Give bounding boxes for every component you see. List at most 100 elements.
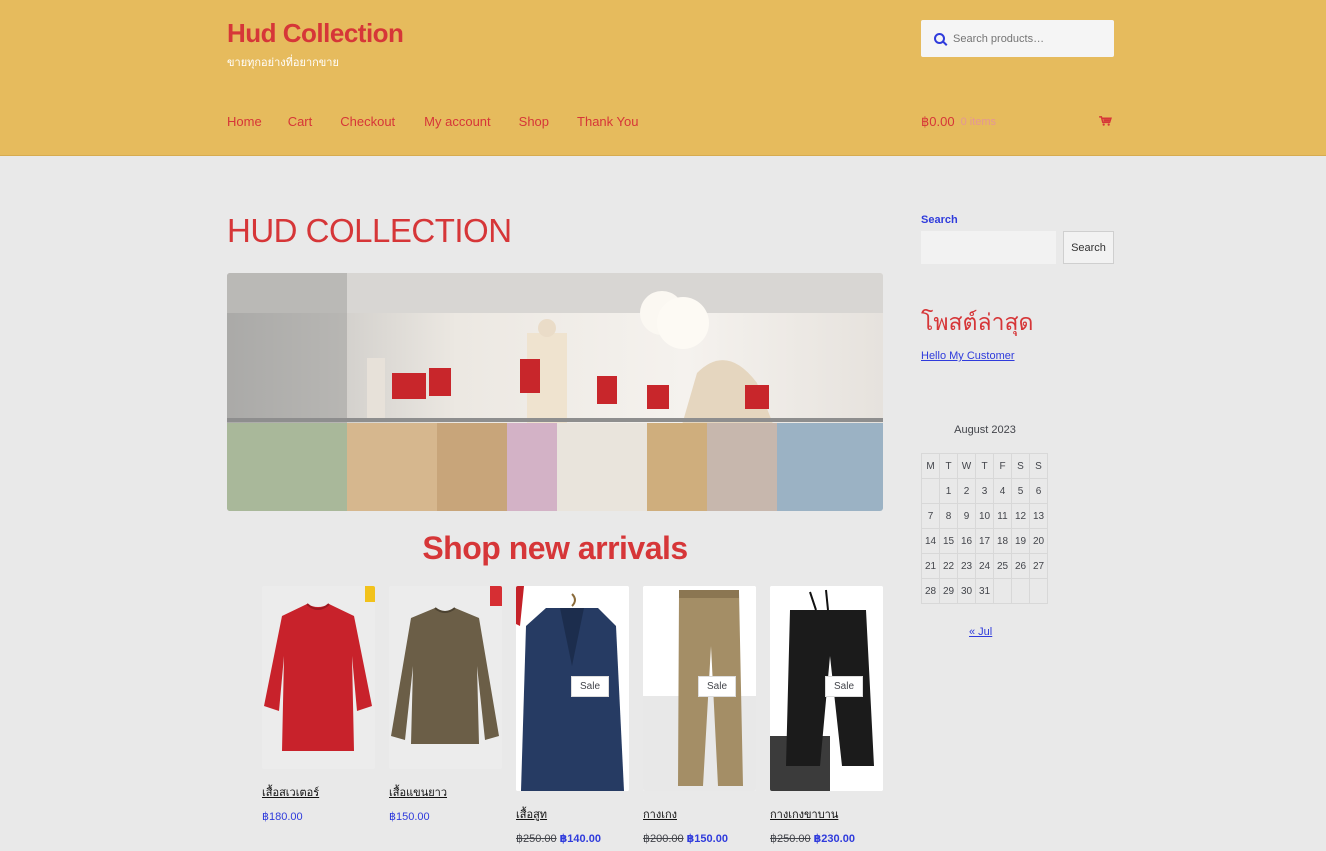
product-search-input[interactable] xyxy=(953,32,1103,45)
product-card[interactable]: เสื้อสเวเตอร์ ฿180.00 xyxy=(262,586,375,823)
nav-cart[interactable]: Cart xyxy=(288,114,313,129)
recent-post-link[interactable]: Hello My Customer xyxy=(921,350,1015,362)
sidebar-search-label: Search xyxy=(921,214,958,226)
calendar-day: 22 xyxy=(939,553,958,579)
product-name[interactable]: เสื้อแขนยาว xyxy=(389,783,502,801)
nav-shop[interactable]: Shop xyxy=(519,114,549,129)
calendar-week: 123456 xyxy=(921,478,1048,504)
calendar-day: 16 xyxy=(957,528,976,554)
calendar-day: 21 xyxy=(921,553,940,579)
calendar-day: 2 xyxy=(957,478,976,504)
product-name[interactable]: เสื้อสูท xyxy=(516,805,629,823)
product-card[interactable]: Sale กางเกง ฿200.00 ฿150.00 xyxy=(643,586,756,845)
nav-home[interactable]: Home xyxy=(227,114,262,129)
calendar-day xyxy=(1029,578,1048,604)
calendar-day: 3 xyxy=(975,478,994,504)
calendar-day: 1 xyxy=(939,478,958,504)
product-price: ฿250.00 ฿230.00 xyxy=(770,832,883,845)
product-current-price: ฿230.00 xyxy=(813,833,855,845)
calendar-day: 6 xyxy=(1029,478,1048,504)
calendar-day: 8 xyxy=(939,503,958,529)
calendar-week: 14 15 16 17 18 19 20 xyxy=(921,528,1048,554)
calendar-week: 7 8 9 10 11 12 13 xyxy=(921,503,1048,529)
sale-badge: Sale xyxy=(825,676,864,697)
calendar-day: 29 xyxy=(939,578,958,604)
product-image[interactable]: Sale xyxy=(770,586,883,791)
calendar-caption: August 2023 xyxy=(954,424,1016,436)
search-icon xyxy=(934,33,945,44)
calendar-day: 19 xyxy=(1011,528,1030,554)
product-current-price: ฿180.00 xyxy=(262,811,303,823)
calendar-weekday: S xyxy=(1011,453,1030,479)
calendar-day: 7 xyxy=(921,503,940,529)
sale-badge: Sale xyxy=(571,676,610,697)
calendar-day xyxy=(921,478,940,504)
header-cart[interactable]: ฿0.00 0 items xyxy=(921,114,1114,130)
calendar-prev-month[interactable]: « Jul xyxy=(969,626,992,638)
calendar-day: 26 xyxy=(1011,553,1030,579)
product-current-price: ฿140.00 xyxy=(559,833,601,845)
product-name[interactable]: กางเกง xyxy=(643,805,756,823)
calendar-day: 23 xyxy=(957,553,976,579)
calendar-day xyxy=(993,578,1012,604)
section-heading: Shop new arrivals xyxy=(422,530,688,566)
product-current-price: ฿150.00 xyxy=(686,833,728,845)
calendar-weekday: W xyxy=(957,453,976,479)
site-title[interactable]: Hud Collection xyxy=(227,18,404,49)
sidebar-search-button[interactable]: Search xyxy=(1063,231,1114,264)
calendar-weekday: F xyxy=(993,453,1012,479)
cart-total[interactable]: ฿0.00 xyxy=(921,114,955,130)
calendar-week: 21 22 23 24 25 26 27 xyxy=(921,553,1048,579)
main-nav: Home Cart Checkout My account Shop Thank… xyxy=(227,114,664,129)
calendar-day: 30 xyxy=(957,578,976,604)
product-name[interactable]: เสื้อสเวเตอร์ xyxy=(262,783,375,801)
product-old-price: ฿200.00 xyxy=(643,833,684,845)
product-search-box[interactable] xyxy=(921,20,1114,57)
calendar-day: 5 xyxy=(1011,478,1030,504)
product-price: ฿150.00 xyxy=(389,810,502,823)
product-current-price: ฿150.00 xyxy=(389,811,430,823)
sidebar-search-input[interactable] xyxy=(921,231,1056,264)
product-card[interactable]: Sale เสื้อสูท ฿250.00 ฿140.00 xyxy=(516,586,629,845)
hero-store-image xyxy=(227,273,883,511)
calendar-week: 28 29 30 31 xyxy=(921,578,1048,604)
calendar-day: 13 xyxy=(1029,503,1048,529)
product-old-price: ฿250.00 xyxy=(516,833,557,845)
nav-checkout[interactable]: Checkout xyxy=(340,114,395,129)
product-image[interactable]: Sale xyxy=(516,586,629,791)
calendar-day: 27 xyxy=(1029,553,1048,579)
calendar-day: 28 xyxy=(921,578,940,604)
product-image[interactable]: Sale xyxy=(643,586,756,791)
calendar-day: 12 xyxy=(1011,503,1030,529)
product-price: ฿250.00 ฿140.00 xyxy=(516,832,629,845)
site-tagline: ขายทุกอย่างที่อยากขาย xyxy=(227,57,339,69)
cart-icon[interactable] xyxy=(1099,116,1112,126)
calendar-day: 10 xyxy=(975,503,994,529)
product-image[interactable] xyxy=(262,586,375,769)
calendar-day: 11 xyxy=(993,503,1012,529)
product-card[interactable]: Sale กางเกงขาบาน ฿250.00 ฿230.00 xyxy=(770,586,883,845)
calendar-day xyxy=(1011,578,1030,604)
calendar-weekdays: M T W T F S S xyxy=(921,453,1048,479)
nav-my-account[interactable]: My account xyxy=(424,114,490,129)
calendar-day: 17 xyxy=(975,528,994,554)
calendar-day: 4 xyxy=(993,478,1012,504)
product-price: ฿200.00 ฿150.00 xyxy=(643,832,756,845)
calendar-weekday: M xyxy=(921,453,940,479)
calendar-day: 9 xyxy=(957,503,976,529)
product-image[interactable] xyxy=(389,586,502,769)
nav-thank-you[interactable]: Thank You xyxy=(577,114,638,129)
calendar-day: 18 xyxy=(993,528,1012,554)
cart-count[interactable]: 0 items xyxy=(961,116,996,128)
product-card[interactable]: เสื้อแขนยาว ฿150.00 xyxy=(389,586,502,823)
product-name[interactable]: กางเกงขาบาน xyxy=(770,805,883,823)
recent-posts-title: โพสต์ล่าสุด xyxy=(921,309,1034,335)
calendar-weekday: S xyxy=(1029,453,1048,479)
product-price: ฿180.00 xyxy=(262,810,375,823)
calendar-weekday: T xyxy=(975,453,994,479)
calendar: M T W T F S S 1 2 3 4 5 6 7 8 9 10 11 12 13 14 15 16 17 1… xyxy=(921,453,1048,604)
calendar-day: 25 xyxy=(993,553,1012,579)
sale-badge: Sale xyxy=(698,676,737,697)
calendar-day: 24 xyxy=(975,553,994,579)
calendar-weekday: T xyxy=(939,453,958,479)
